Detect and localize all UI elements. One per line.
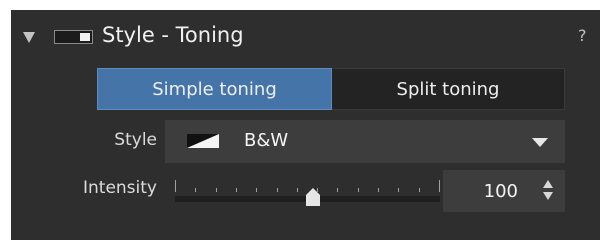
slider-tick [439, 180, 440, 192]
intensity-value: 100 [483, 181, 518, 202]
intensity-number-field[interactable]: 100 [443, 170, 565, 212]
slider-tick [297, 188, 298, 192]
slider-tick [419, 188, 420, 192]
slider-tick [216, 188, 217, 192]
slider-tick [317, 188, 318, 192]
slider-tick [195, 188, 196, 192]
tab-simple-toning[interactable]: Simple toning [97, 68, 332, 110]
tab-split-toning[interactable]: Split toning [332, 68, 565, 110]
dropdown-arrow-icon [532, 138, 548, 147]
slider-tick [398, 188, 399, 192]
slider-thumb[interactable] [302, 187, 324, 207]
toggle-knob [80, 33, 90, 41]
slider-tick [256, 188, 257, 192]
slider-tick [277, 188, 278, 192]
slider-tick [175, 180, 176, 192]
slider-tick [236, 188, 237, 192]
enable-toggle[interactable] [54, 30, 93, 44]
slider-tick [378, 188, 379, 192]
help-icon[interactable]: ? [578, 26, 587, 45]
intensity-label: Intensity [83, 178, 157, 198]
panel-title: Style - Toning [102, 23, 244, 47]
spin-up-icon[interactable] [543, 180, 553, 188]
intensity-slider[interactable] [175, 170, 440, 210]
spin-down-icon[interactable] [543, 192, 553, 200]
toning-tabs: Simple toning Split toning [97, 68, 565, 110]
style-selected-value: B&W [244, 130, 289, 151]
panel-header[interactable]: Style - Toning ? [11, 10, 600, 68]
bw-swatch-icon [187, 134, 219, 148]
style-dropdown[interactable]: B&W [165, 120, 565, 163]
style-label: Style [114, 130, 157, 150]
slider-tick [337, 188, 338, 192]
slider-tick [358, 188, 359, 192]
toning-panel: Style - Toning ? Simple toning Split ton… [11, 10, 600, 240]
collapse-triangle-icon[interactable] [23, 32, 35, 43]
